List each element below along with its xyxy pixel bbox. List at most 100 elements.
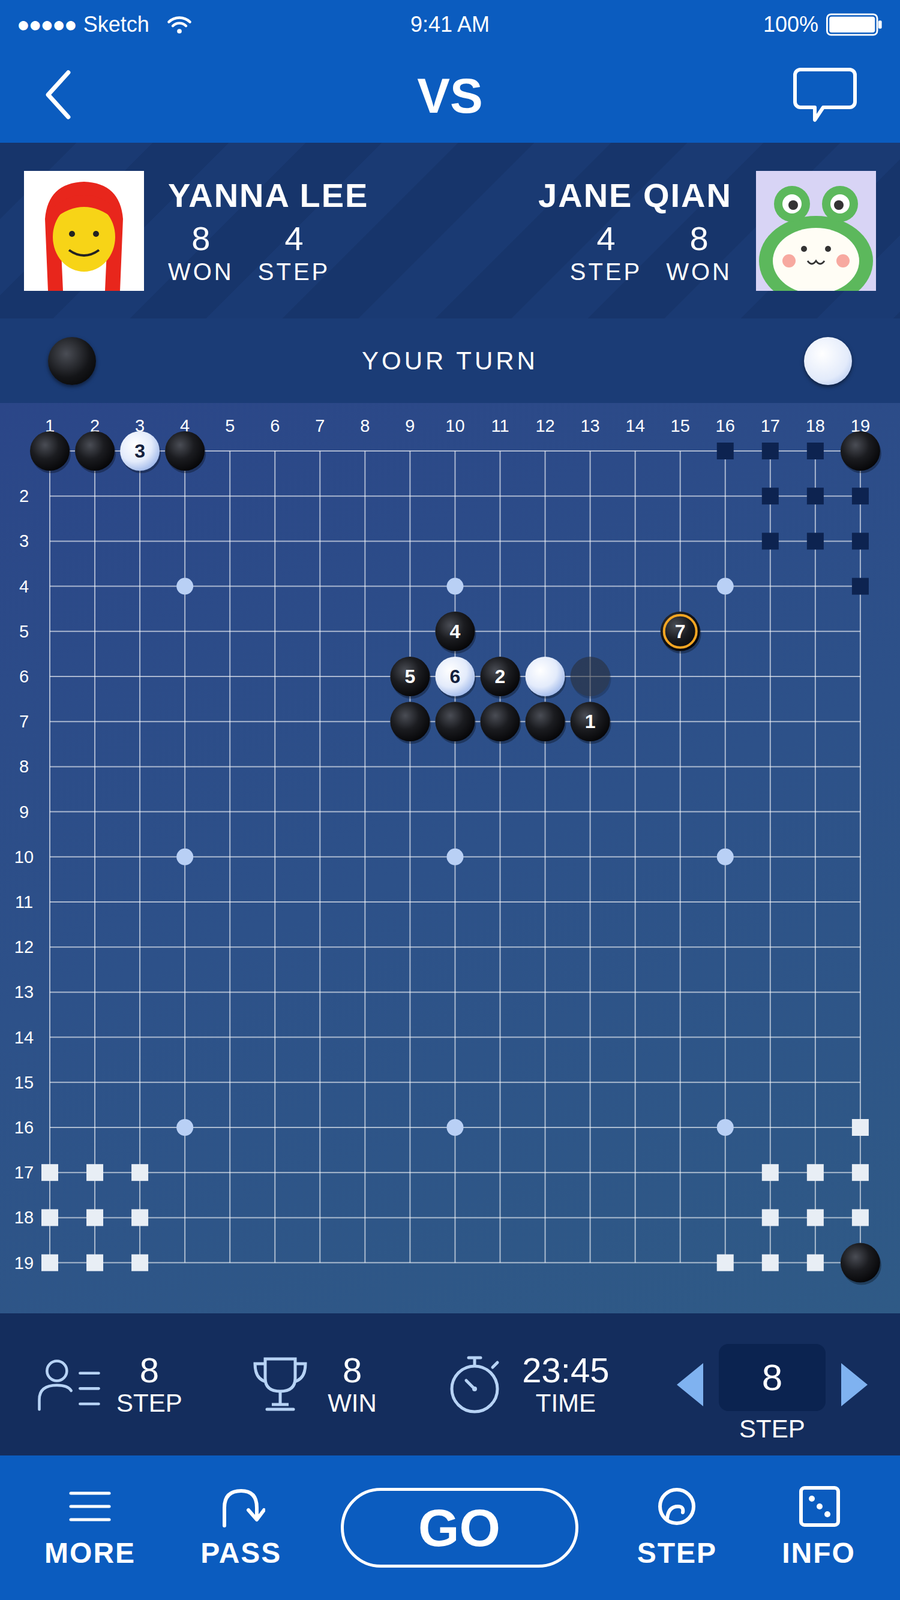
territory-mark bbox=[807, 1209, 824, 1227]
star-point bbox=[717, 1119, 734, 1137]
column-label: 8 bbox=[360, 416, 370, 436]
territory-mark bbox=[807, 1164, 824, 1182]
stone bbox=[75, 431, 116, 474]
territory-mark bbox=[852, 487, 869, 505]
territory-mark bbox=[717, 442, 734, 460]
stat-item: 23:45 TIME bbox=[441, 1351, 609, 1419]
stone: 6 bbox=[435, 657, 476, 699]
star-point bbox=[446, 1119, 464, 1137]
stat-label: TIME bbox=[535, 1389, 596, 1419]
svg-text:6: 6 bbox=[450, 666, 461, 688]
player-list-icon bbox=[36, 1354, 102, 1415]
turn-label: YOUR TURN bbox=[361, 346, 539, 376]
back-icon[interactable] bbox=[42, 69, 75, 120]
wifi-icon bbox=[166, 14, 193, 35]
stone bbox=[570, 657, 612, 699]
svg-text:4: 4 bbox=[450, 621, 461, 643]
row-label: 19 bbox=[14, 1254, 34, 1274]
territory-mark bbox=[131, 1164, 149, 1182]
row-label: 15 bbox=[14, 1073, 34, 1093]
chat-icon[interactable] bbox=[792, 66, 858, 126]
trophy-icon bbox=[247, 1354, 314, 1415]
go-button[interactable]: GO bbox=[340, 1488, 579, 1569]
battery-text: 100% bbox=[763, 12, 819, 38]
stone bbox=[165, 431, 206, 474]
menu-icon bbox=[66, 1486, 114, 1529]
svg-text:5: 5 bbox=[405, 666, 416, 688]
column-label: 9 bbox=[405, 416, 415, 436]
stone: 3 bbox=[120, 431, 161, 474]
player-stone-indicator bbox=[48, 337, 96, 386]
svg-text:3: 3 bbox=[134, 440, 146, 462]
battery-icon bbox=[825, 13, 884, 36]
row-label: 18 bbox=[14, 1208, 34, 1228]
territory-mark bbox=[762, 442, 779, 460]
column-label: 7 bbox=[315, 416, 325, 436]
territory-mark bbox=[762, 487, 779, 505]
frog-avatar-icon[interactable] bbox=[756, 171, 876, 291]
row-label: 12 bbox=[14, 937, 34, 957]
territory-mark bbox=[852, 1119, 869, 1137]
player-stat: 8 WON bbox=[666, 219, 732, 285]
territory-mark bbox=[762, 1209, 779, 1227]
column-label: 16 bbox=[715, 416, 735, 436]
toolbar-button[interactable]: MORE bbox=[38, 1482, 142, 1575]
territory-mark bbox=[717, 1255, 734, 1272]
star-point bbox=[446, 578, 464, 596]
svg-text:2: 2 bbox=[495, 666, 506, 688]
territory-mark bbox=[852, 1164, 869, 1182]
row-label: 3 bbox=[19, 531, 29, 551]
player-name: JANE QIAN bbox=[538, 175, 732, 215]
column-label: 13 bbox=[580, 416, 600, 436]
row-label: 6 bbox=[19, 667, 29, 687]
territory-mark bbox=[131, 1255, 149, 1272]
players-panel: YANNA LEE 8 WON4 STEP JANE QIAN 4 STEP8 … bbox=[0, 142, 900, 319]
star-point bbox=[176, 849, 194, 866]
toolbar-button[interactable]: INFO bbox=[775, 1482, 862, 1575]
previous-step-icon[interactable] bbox=[674, 1361, 705, 1410]
toolbar-button[interactable]: PASS bbox=[194, 1482, 288, 1575]
row-label: 5 bbox=[19, 622, 29, 642]
row-label: 10 bbox=[14, 847, 34, 867]
territory-mark bbox=[41, 1255, 59, 1272]
star-point bbox=[176, 578, 194, 596]
svg-text:1: 1 bbox=[585, 711, 596, 733]
column-label: 14 bbox=[625, 416, 645, 436]
territory-mark bbox=[86, 1209, 104, 1227]
step-selector: 8 STEP bbox=[674, 1326, 870, 1445]
stone bbox=[390, 702, 431, 744]
territory-mark bbox=[86, 1255, 104, 1272]
stone bbox=[525, 702, 567, 744]
nav-bar: VS bbox=[0, 49, 900, 143]
column-label: 15 bbox=[670, 416, 690, 436]
step-value: 8 bbox=[718, 1344, 826, 1412]
territory-mark bbox=[807, 532, 824, 550]
row-label: 7 bbox=[19, 712, 29, 732]
stat-label: STEP bbox=[116, 1389, 183, 1419]
stopwatch-icon bbox=[441, 1354, 508, 1415]
turn-bar: YOUR TURN bbox=[0, 318, 900, 404]
girl-avatar-icon[interactable] bbox=[24, 171, 144, 291]
opponent-stone-indicator bbox=[804, 337, 852, 386]
status-bar: ●●●●● Sketch 9:41 AM 100% bbox=[0, 0, 900, 50]
column-label: 5 bbox=[225, 416, 235, 436]
territory-mark bbox=[131, 1209, 149, 1227]
go-board[interactable]: 1234567891011121314151617181923456789101… bbox=[0, 403, 900, 1314]
clock-text: 9:41 AM bbox=[410, 12, 490, 38]
dice-icon bbox=[795, 1486, 843, 1529]
row-label: 13 bbox=[14, 982, 34, 1002]
toolbar-button[interactable]: STEP bbox=[631, 1482, 723, 1575]
stone bbox=[480, 702, 522, 744]
row-label: 4 bbox=[19, 577, 29, 597]
next-step-icon[interactable] bbox=[840, 1361, 870, 1410]
stat-value: 23:45 bbox=[522, 1351, 609, 1391]
stone: 2 bbox=[480, 657, 522, 699]
stone bbox=[435, 702, 476, 744]
star-point bbox=[717, 578, 734, 596]
row-label: 8 bbox=[19, 757, 29, 777]
player-card: JANE QIAN 4 STEP8 WON bbox=[538, 171, 876, 291]
territory-mark bbox=[41, 1209, 59, 1227]
stat-value: 8 bbox=[342, 1351, 362, 1391]
territory-mark bbox=[852, 532, 869, 550]
star-point bbox=[717, 849, 734, 866]
